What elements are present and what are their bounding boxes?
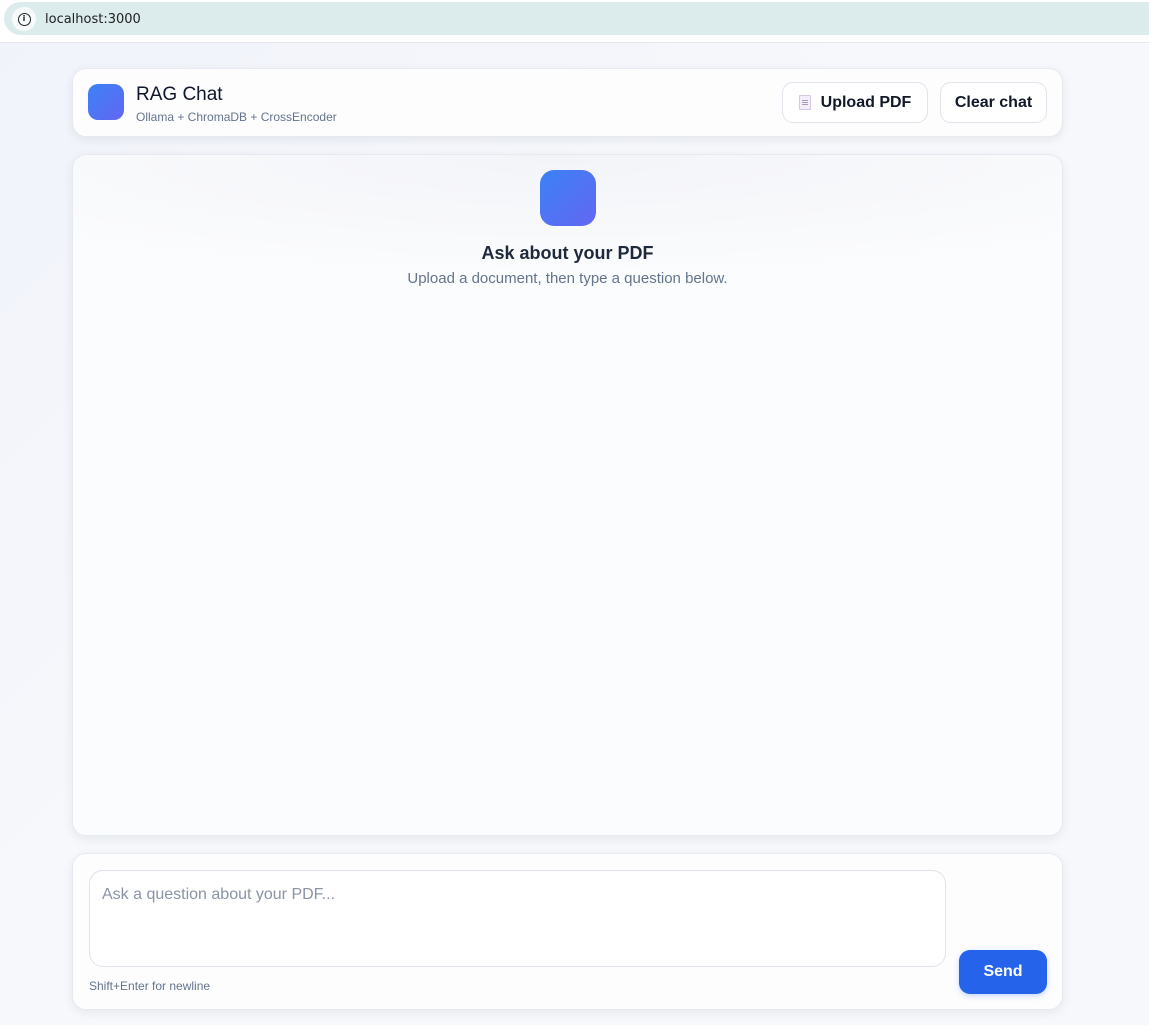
clear-chat-label: Clear chat — [954, 93, 1033, 111]
app-header: RAG Chat Ollama + ChromaDB + CrossEncode… — [72, 68, 1063, 137]
url-text[interactable]: localhost:3000 — [45, 12, 141, 27]
url-bar[interactable]: i localhost:3000 — [4, 2, 1149, 35]
upload-pdf-label: Upload PDF — [820, 93, 912, 111]
newline-hint: Shift+Enter for newline — [89, 979, 211, 993]
empty-state-subtitle: Upload a document, then type a question … — [407, 270, 728, 287]
site-info-button[interactable]: i — [12, 7, 36, 31]
info-icon: i — [17, 12, 31, 26]
empty-state-title: Ask about your PDF — [481, 243, 654, 263]
empty-state-logo-icon — [540, 170, 596, 226]
file-icon — [798, 95, 811, 110]
browser-address-bar: i localhost:3000 — [0, 0, 1149, 43]
message-composer: Shift+Enter for newline Send — [72, 853, 1063, 1010]
app-subtitle: Ollama + ChromaDB + CrossEncoder — [136, 110, 337, 124]
app-title: RAG Chat — [136, 84, 223, 105]
question-input[interactable] — [89, 870, 946, 967]
clear-chat-button[interactable]: Clear chat — [940, 82, 1047, 123]
upload-pdf-button[interactable]: Upload PDF — [782, 82, 928, 123]
send-button[interactable]: Send — [959, 950, 1047, 994]
chat-panel: Ask about your PDF Upload a document, th… — [72, 154, 1063, 836]
app-logo-icon — [88, 84, 124, 120]
